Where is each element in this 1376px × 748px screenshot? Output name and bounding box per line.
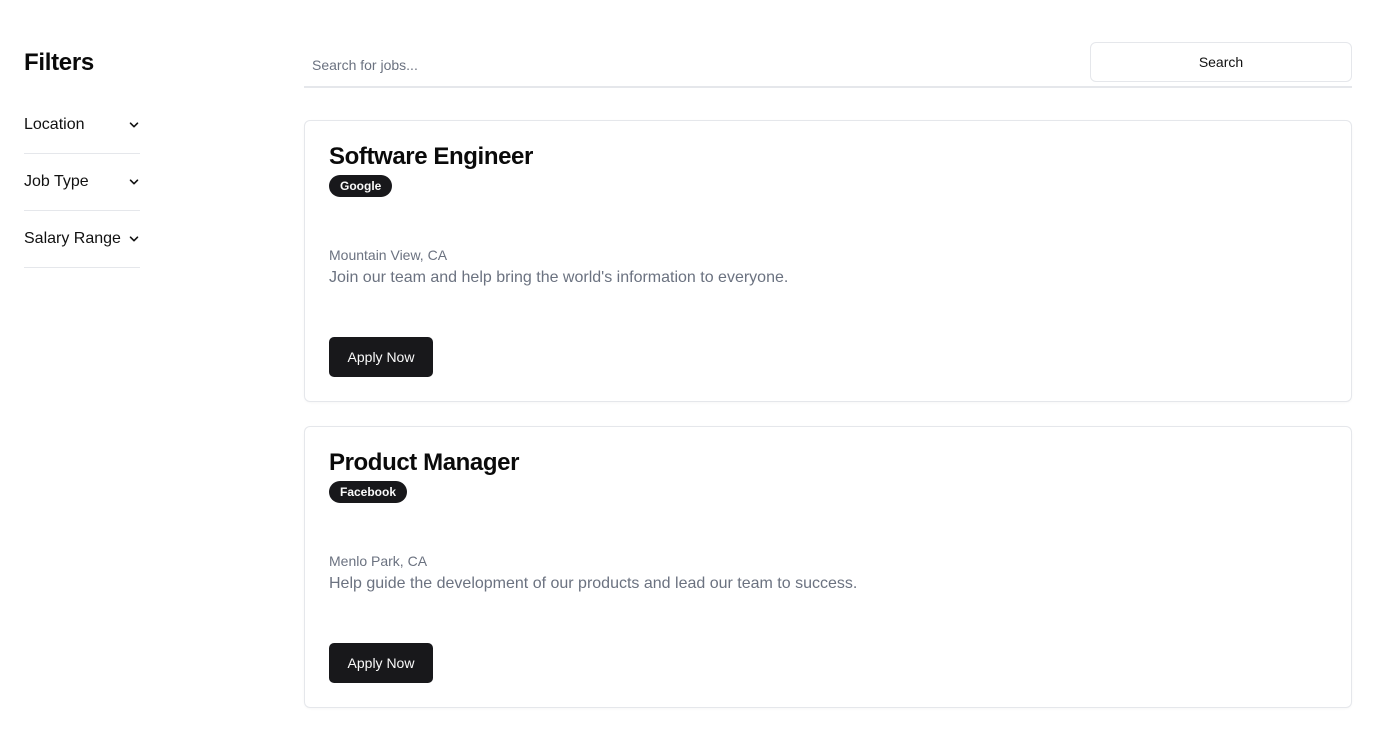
filter-job-type-label: Job Type	[24, 173, 89, 190]
job-card: Product Manager Facebook Menlo Park, CA …	[304, 426, 1352, 708]
job-title: Product Manager	[329, 449, 520, 476]
job-location: Menlo Park, CA	[329, 553, 428, 569]
apply-now-button[interactable]: Apply Now	[329, 337, 433, 377]
apply-now-button[interactable]: Apply Now	[329, 643, 433, 683]
search-button[interactable]: Search	[1090, 41, 1352, 82]
job-title: Software Engineer	[329, 143, 533, 170]
job-description: Join our team and help bring the world's…	[329, 269, 789, 286]
filter-salary-range-label: Salary Range	[24, 230, 121, 247]
filter-job-type[interactable]: Job Type	[24, 154, 140, 211]
company-badge: Google	[329, 175, 393, 197]
filter-list: Location Job Type Salary Range	[24, 97, 140, 268]
filters-sidebar: Filters Location Job Type Salary Range	[24, 48, 140, 268]
search-bar: Search	[304, 41, 1352, 88]
job-description: Help guide the development of our produc…	[329, 575, 858, 592]
chevron-down-icon	[128, 119, 140, 131]
search-input[interactable]	[304, 44, 1090, 85]
filter-location-label: Location	[24, 116, 85, 133]
job-location: Mountain View, CA	[329, 247, 448, 263]
filter-salary-range[interactable]: Salary Range	[24, 211, 140, 268]
company-badge: Facebook	[329, 481, 408, 503]
job-listings-main: Search Software Engineer Google Mountain…	[304, 41, 1352, 708]
filters-title: Filters	[24, 49, 94, 76]
chevron-down-icon	[128, 176, 140, 188]
job-card: Software Engineer Google Mountain View, …	[304, 120, 1352, 402]
filter-location[interactable]: Location	[24, 97, 140, 154]
chevron-down-icon	[128, 233, 140, 245]
